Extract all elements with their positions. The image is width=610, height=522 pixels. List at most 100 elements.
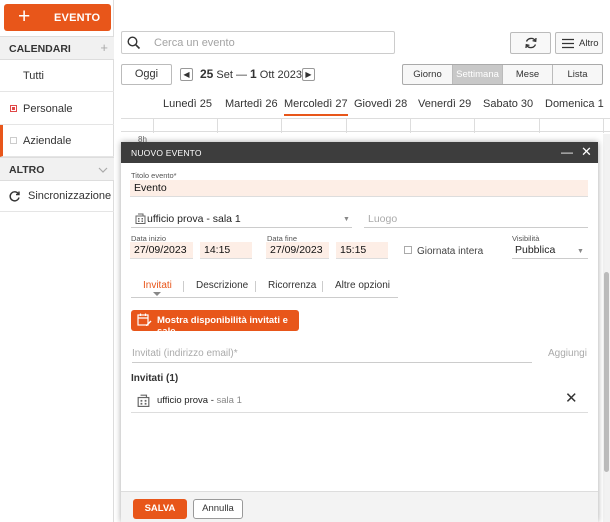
invitee-room: sala 1 bbox=[216, 395, 242, 406]
calendar-color-swatch bbox=[10, 137, 17, 144]
remove-invitee-icon[interactable]: ✕ bbox=[565, 391, 578, 407]
dialog-header: NUOVO EVENTO — ✕ bbox=[121, 142, 598, 163]
calendar-edit-icon bbox=[137, 313, 152, 330]
calendar-color-swatch bbox=[10, 105, 17, 112]
sidebar-item-aziendale[interactable]: Aziendale bbox=[0, 125, 114, 157]
search-icon bbox=[127, 36, 141, 53]
sidebar-item-label: Aziendale bbox=[23, 135, 72, 147]
calendars-header: CALENDARI + bbox=[0, 36, 114, 60]
view-giorno[interactable]: Giorno bbox=[403, 65, 453, 84]
refresh-button[interactable] bbox=[510, 32, 551, 54]
calendar-scrollbar[interactable] bbox=[604, 272, 609, 472]
active-tab-pointer bbox=[153, 292, 161, 296]
date-range: 25 Set — 1 Ott 2023 bbox=[200, 67, 302, 81]
new-event-dialog: NUOVO EVENTO — ✕ Titolo evento* Evento u… bbox=[121, 142, 598, 522]
day-header-friday[interactable]: Venerdì 29 bbox=[418, 98, 471, 110]
end-date-input[interactable]: 27/09/2023 bbox=[266, 242, 329, 259]
week-day-headers: Lunedì 25 Martedì 26 Mercoledì 27 Gioved… bbox=[121, 96, 610, 117]
grid-line bbox=[217, 119, 218, 133]
next-week-button[interactable]: ▶ bbox=[302, 68, 315, 81]
list-item: ufficio prova - sala 1 ✕ bbox=[131, 389, 588, 413]
event-title-label: Titolo evento* bbox=[131, 171, 177, 180]
add-calendar-icon[interactable]: + bbox=[100, 41, 108, 55]
save-button[interactable]: SALVA bbox=[133, 499, 187, 519]
end-time-input[interactable]: 15:15 bbox=[336, 242, 388, 259]
tab-altre-opzioni[interactable]: Altre opzioni bbox=[335, 280, 390, 291]
grid-line bbox=[474, 119, 475, 133]
view-mese[interactable]: Mese bbox=[503, 65, 553, 84]
refresh-icon bbox=[524, 36, 538, 53]
tab-separator bbox=[255, 281, 256, 292]
invitee-name: ufficio prova - sala 1 bbox=[157, 395, 242, 406]
grid-line bbox=[346, 119, 347, 133]
day-header-wednesday[interactable]: Mercoledì 27 bbox=[284, 98, 348, 116]
room-select[interactable]: ufficio prova - sala 1 bbox=[131, 211, 352, 228]
sidebar-item-label: Tutti bbox=[23, 70, 44, 82]
search-box[interactable] bbox=[121, 31, 395, 54]
grid-line bbox=[153, 119, 154, 133]
building-icon bbox=[137, 394, 150, 410]
view-switcher: Giorno Settimana Mese Lista bbox=[402, 64, 603, 85]
grid-line bbox=[281, 119, 282, 133]
tab-ricorrenza[interactable]: Ricorrenza bbox=[268, 280, 316, 291]
day-header-sunday[interactable]: Domenica 1 bbox=[545, 98, 604, 110]
dialog-title: NUOVO EVENTO bbox=[131, 148, 202, 158]
all-day-checkbox[interactable] bbox=[404, 246, 412, 254]
visibility-value: Pubblica bbox=[515, 244, 556, 256]
view-lista[interactable]: Lista bbox=[553, 65, 602, 84]
today-button[interactable]: Oggi bbox=[121, 64, 172, 85]
tab-descrizione[interactable]: Descrizione bbox=[196, 280, 248, 291]
invite-email-placeholder: Invitati (indirizzo email)* bbox=[132, 348, 238, 359]
prev-week-button[interactable]: ◀ bbox=[180, 68, 193, 81]
range-end-rest: Ott 2023 bbox=[256, 69, 302, 81]
altro-menu-button[interactable]: Altro bbox=[555, 32, 603, 54]
start-date-input[interactable]: 27/09/2023 bbox=[130, 242, 193, 259]
sidebar-item-tutti[interactable]: Tutti bbox=[0, 60, 114, 92]
invitee-name-main: ufficio prova - bbox=[157, 395, 217, 406]
show-availability-button[interactable]: Mostra disponibilità invitati e sale bbox=[131, 310, 299, 337]
day-header-tuesday[interactable]: Martedì 26 bbox=[225, 98, 278, 110]
event-title-input[interactable]: Evento bbox=[130, 180, 588, 197]
dialog-footer: SALVA Annulla bbox=[121, 491, 598, 522]
day-header-thursday[interactable]: Giovedì 28 bbox=[354, 98, 407, 110]
tab-separator bbox=[322, 281, 323, 292]
chevron-down-icon bbox=[98, 163, 108, 177]
day-header-saturday[interactable]: Sabato 30 bbox=[483, 98, 533, 110]
all-day-label: Giornata intera bbox=[417, 246, 484, 257]
day-header-monday[interactable]: Lunedì 25 bbox=[163, 98, 212, 110]
tab-separator bbox=[183, 281, 184, 292]
sidebar-item-label: Personale bbox=[23, 103, 73, 115]
chevron-down-icon: ▼ bbox=[577, 248, 584, 255]
altro-label: Altro bbox=[579, 38, 599, 49]
sidebar-item-label: Sincronizzazione bbox=[28, 190, 112, 202]
range-start-rest: Set — bbox=[213, 69, 251, 81]
room-select-value: ufficio prova - sala 1 bbox=[147, 213, 241, 225]
invitees-header: Invitati (1) bbox=[131, 373, 179, 384]
invite-email-input[interactable]: Invitati (indirizzo email)* bbox=[132, 346, 532, 363]
close-icon[interactable]: ✕ bbox=[581, 145, 592, 159]
sidebar-item-personale[interactable]: Personale bbox=[0, 93, 114, 125]
new-event-button[interactable]: + EVENTO bbox=[4, 4, 111, 31]
calendars-header-label: CALENDARI bbox=[9, 43, 71, 55]
plus-icon: + bbox=[18, 5, 31, 28]
grid-line bbox=[539, 119, 540, 133]
altro-header-label: ALTRO bbox=[9, 164, 45, 176]
start-time-input[interactable]: 14:15 bbox=[200, 242, 252, 259]
new-event-label: EVENTO bbox=[54, 12, 101, 24]
minimize-icon[interactable]: — bbox=[561, 146, 573, 158]
sync-icon bbox=[8, 190, 21, 206]
altro-header[interactable]: ALTRO bbox=[0, 157, 114, 181]
location-input[interactable]: Luogo bbox=[364, 211, 588, 228]
chevron-down-icon: ▼ bbox=[343, 216, 350, 223]
chevron-right-icon: ▶ bbox=[305, 70, 312, 79]
tab-invitati[interactable]: Invitati bbox=[143, 280, 172, 291]
chevron-left-icon: ◀ bbox=[183, 70, 190, 79]
all-day-row bbox=[121, 118, 610, 133]
location-placeholder: Luogo bbox=[368, 213, 398, 225]
search-input[interactable] bbox=[154, 35, 384, 50]
view-settimana[interactable]: Settimana bbox=[453, 65, 503, 84]
building-icon bbox=[135, 213, 146, 227]
add-invitee-button[interactable]: Aggiungi bbox=[548, 348, 587, 359]
sidebar-item-sync[interactable]: Sincronizzazione bbox=[0, 181, 114, 212]
cancel-button[interactable]: Annulla bbox=[193, 499, 243, 519]
